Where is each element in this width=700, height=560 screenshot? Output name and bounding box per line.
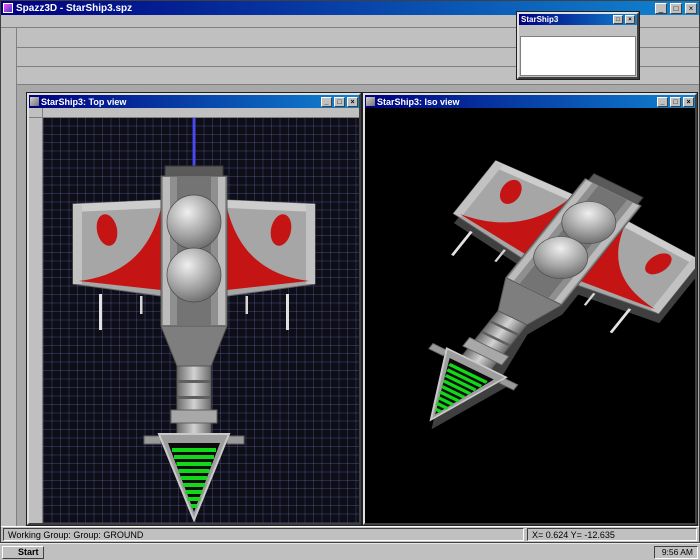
top-view-titlebar[interactable]: StarShip3: Top view _ □ × (29, 95, 359, 108)
working-group-status: Working Group: Group: GROUND (3, 528, 524, 541)
app-window: Spazz3D - StarShip3.spz _ □ × StarShip3:… (0, 0, 700, 543)
windows-logo-icon (7, 548, 15, 556)
start-label: Start (18, 547, 39, 557)
minimize-button[interactable]: _ (321, 97, 332, 107)
scene-tree-palette: StarShip3 □ × (517, 12, 639, 79)
vertical-ruler (29, 118, 43, 523)
iso-view-window: StarShip3: Iso view _ □ × (363, 93, 697, 525)
window-icon (366, 97, 375, 106)
top-view-title: StarShip3: Top view (41, 97, 319, 107)
maximize-button[interactable]: □ (670, 97, 681, 107)
close-button[interactable]: × (685, 3, 697, 14)
status-bar: Working Group: Group: GROUND X= 0.624 Y=… (1, 526, 699, 542)
mdi-workspace: StarShip3: Top view _ □ × (17, 85, 699, 526)
palette-title: StarShip3 (521, 15, 611, 24)
clock: 9:56 AM (662, 547, 693, 557)
maximize-button[interactable]: □ (670, 3, 682, 14)
palette-titlebar[interactable]: StarShip3 □ × (519, 14, 637, 25)
start-button[interactable]: Start (2, 546, 44, 559)
ruler-corner (29, 108, 43, 118)
iso-view-titlebar[interactable]: StarShip3: Iso view _ □ × (365, 95, 695, 108)
close-button[interactable]: × (625, 15, 635, 24)
app-icon (3, 3, 13, 13)
scene-tree (520, 36, 636, 76)
left-toolbar (1, 28, 17, 526)
system-tray: 9:56 AM (654, 546, 698, 559)
top-view-canvas[interactable] (43, 118, 359, 523)
maximize-button[interactable]: □ (613, 15, 623, 24)
top-view-window: StarShip3: Top view _ □ × (27, 93, 361, 525)
horizontal-ruler (43, 108, 359, 118)
iso-view-ship (365, 108, 695, 523)
close-button[interactable]: × (683, 97, 694, 107)
coordinates-readout: X= 0.624 Y= -12.635 (527, 528, 697, 541)
top-view-ship (43, 118, 359, 523)
maximize-button[interactable]: □ (334, 97, 345, 107)
minimize-button[interactable]: _ (657, 97, 668, 107)
close-button[interactable]: × (347, 97, 358, 107)
iso-view-title: StarShip3: Iso view (377, 97, 655, 107)
iso-view-canvas[interactable] (365, 108, 695, 523)
window-icon (30, 97, 39, 106)
minimize-button[interactable]: _ (655, 3, 667, 14)
palette-menu (519, 25, 637, 35)
taskbar: Start 9:56 AM (0, 543, 700, 560)
